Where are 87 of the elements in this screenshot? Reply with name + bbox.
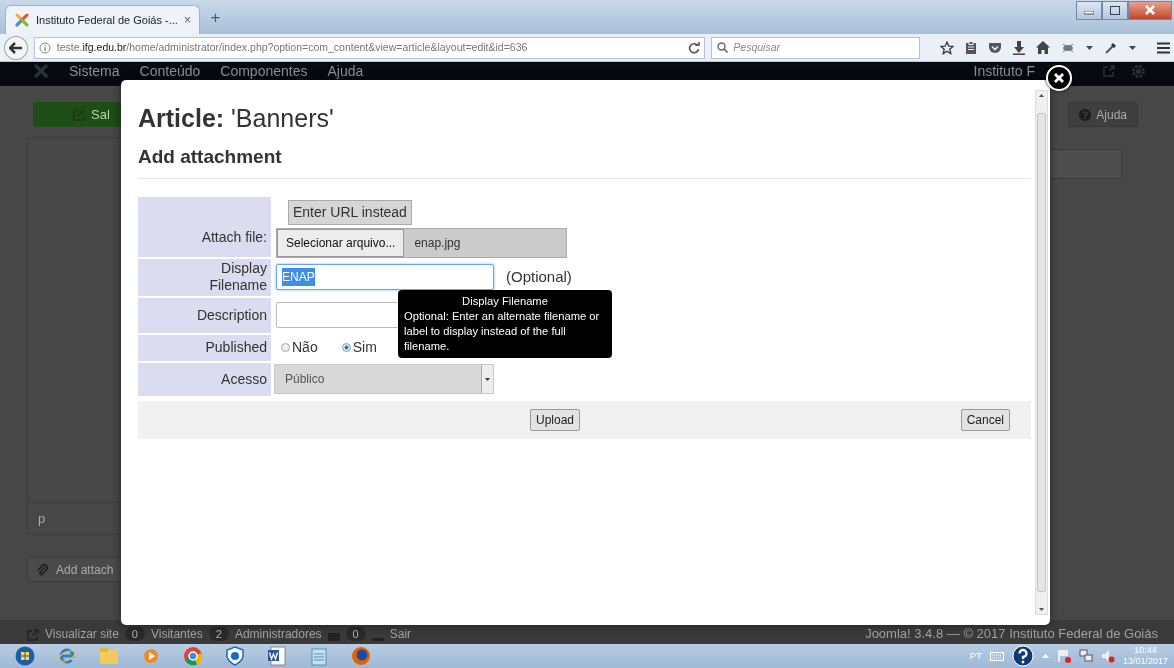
star-icon[interactable] <box>940 40 954 55</box>
window-close-button[interactable] <box>1128 1 1172 20</box>
back-arrow-icon <box>8 41 23 54</box>
minimize-icon <box>1084 11 1094 15</box>
close-icon <box>1145 5 1155 15</box>
clipboard-icon[interactable] <box>965 40 977 55</box>
tooltip-title: Display Filename <box>461 294 549 309</box>
caret-icon <box>485 377 490 381</box>
menu-item[interactable]: Ajuda <box>327 63 364 79</box>
search-field[interactable]: Pesquisar <box>711 36 920 59</box>
radio-option[interactable]: Sim <box>341 337 377 358</box>
visitor-count: 0 <box>124 627 145 641</box>
file-field[interactable]: Selecionar arquivo... enap.jpg <box>276 227 567 258</box>
optional-note: (Optional) <box>506 266 572 287</box>
text-field[interactable]: ENAP <box>276 264 494 290</box>
clock-time: 10:44 <box>1133 645 1158 656</box>
radio-option[interactable]: Não <box>281 337 318 358</box>
home-icon[interactable] <box>1036 41 1050 54</box>
external-link-icon <box>1103 65 1115 77</box>
download-icon[interactable] <box>1013 40 1025 55</box>
joomla-logo-icon <box>14 12 30 28</box>
joomla-logo-icon <box>33 63 49 79</box>
search-icon <box>717 42 729 53</box>
field-label: Attach file: <box>138 196 271 257</box>
access-dropdown[interactable]: Público <box>274 364 494 394</box>
radio-label: Não <box>292 338 318 357</box>
menu-icon[interactable] <box>1157 41 1170 54</box>
speaker-icon[interactable] <box>1100 649 1115 663</box>
firefox-icon[interactable] <box>351 646 371 666</box>
flag-icon[interactable] <box>1056 649 1071 663</box>
reload-icon[interactable] <box>688 41 701 54</box>
shield-icon[interactable] <box>225 646 245 666</box>
scrollbar[interactable] <box>1035 90 1048 615</box>
visitors-label: Visitantes <box>150 627 203 641</box>
field-label: Acesso <box>138 362 271 396</box>
view-site-link[interactable]: Visualizar site <box>45 627 119 641</box>
tab-title: Instituto Federal de Goiás -... <box>36 12 178 28</box>
document-w-icon[interactable] <box>267 646 287 666</box>
cancel-button[interactable]: Cancel <box>960 408 1010 431</box>
file-name: enap.jpg <box>414 234 461 252</box>
maximize-button[interactable] <box>1102 1 1128 20</box>
section-heading: Add attachment <box>138 143 1031 179</box>
eyedropper-icon[interactable] <box>1104 40 1118 55</box>
article-title: Article: 'Banners' <box>138 103 335 133</box>
envelope-icon <box>327 633 340 641</box>
help-icon <box>1079 108 1092 121</box>
clock-date: 13/01/2017 <box>1122 656 1168 667</box>
url-text: teste.ifg.edu.br/home/administrator/index.php?option=com_content&view=article&layout=edit&id=636 <box>56 39 528 55</box>
close-icon <box>1054 73 1064 83</box>
dropdown-caret-icon[interactable] <box>1129 45 1136 50</box>
dropdown-caret-icon[interactable] <box>1086 45 1093 50</box>
admins-label: Administradores <box>234 627 322 641</box>
admin-count: 2 <box>208 627 229 641</box>
browser-tab[interactable]: Instituto Federal de Goiás -... × <box>5 5 201 34</box>
field-label: Published <box>138 334 271 361</box>
back-button[interactable] <box>4 35 28 60</box>
info-icon <box>38 41 51 54</box>
menu-item[interactable]: Conteúdo <box>139 63 201 79</box>
logout-link[interactable]: Sair <box>389 627 412 641</box>
site-name-link[interactable]: Instituto F <box>973 63 1035 79</box>
radio-button[interactable] <box>281 343 290 352</box>
start-orb-icon[interactable] <box>15 646 35 666</box>
upload-button[interactable]: Upload <box>530 408 581 431</box>
choose-file-button[interactable]: Selecionar arquivo... <box>277 228 405 257</box>
pocket-icon[interactable] <box>988 41 1002 54</box>
enter-url-button[interactable]: Enter URL instead <box>288 199 412 225</box>
message-count: 0 <box>345 627 366 641</box>
field-label: Description <box>138 297 271 333</box>
maximize-icon <box>1110 6 1120 15</box>
tab-close-button[interactable]: × <box>183 10 192 30</box>
help-icon[interactable] <box>1011 645 1034 667</box>
paperclip-icon <box>36 563 48 576</box>
radio-label: Sim <box>352 338 377 357</box>
tooltip-text: Optional: Enter an alternate filename or label to display instead of the full filename. <box>404 309 601 354</box>
save-button[interactable]: Sal <box>33 102 121 127</box>
field-label: Display Filename <box>138 258 271 296</box>
scrollbar-thumb[interactable] <box>1037 113 1046 592</box>
radio-button[interactable] <box>341 343 351 352</box>
network-icon[interactable] <box>1078 649 1093 663</box>
new-tab-button[interactable]: + <box>200 4 231 34</box>
address-bar[interactable]: teste.ifg.edu.br/home/administrator/index.php?option=com_content&view=article&layout=edit&id=636 <box>33 36 706 59</box>
search-placeholder: Pesquisar <box>733 39 781 55</box>
chrome-icon[interactable] <box>183 646 203 666</box>
footer-credit: Joomla! 3.4.8 — © 2017 Instituto Federal de Goiás <box>865 627 1158 641</box>
help-button[interactable]: Ajuda <box>1068 102 1138 127</box>
menu-item[interactable]: Sistema <box>69 63 120 79</box>
menu-item[interactable]: Componentes <box>220 63 308 79</box>
